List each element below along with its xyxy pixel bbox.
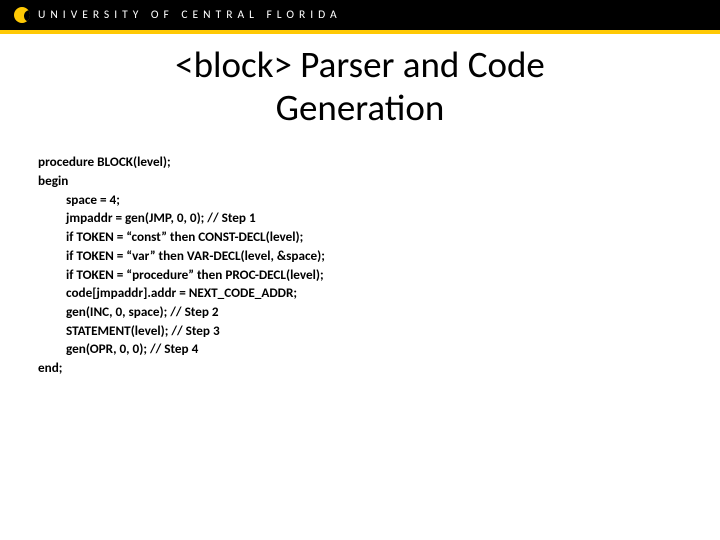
- code-line: begin: [38, 172, 720, 191]
- header-bar: UNIVERSITY OF CENTRAL FLORIDA: [0, 0, 720, 30]
- title-line-2: Generation: [0, 87, 720, 130]
- code-line: if TOKEN = “const” then CONST-DECL(level…: [38, 228, 720, 247]
- code-line: gen(INC, 0, space); // Step 2: [38, 303, 720, 322]
- code-line: STATEMENT(level); // Step 3: [38, 322, 720, 341]
- code-line: code[jmpaddr].addr = NEXT_CODE_ADDR;: [38, 284, 720, 303]
- slide-title: <block> Parser and Code Generation: [0, 44, 720, 129]
- title-line-1: <block> Parser and Code: [0, 44, 720, 87]
- code-block: procedure BLOCK(level); begin space = 4;…: [0, 153, 720, 378]
- code-line: space = 4;: [38, 191, 720, 210]
- code-line: procedure BLOCK(level);: [38, 153, 720, 172]
- gold-divider: [0, 30, 720, 34]
- code-line: end;: [38, 359, 720, 378]
- code-line: gen(OPR, 0, 0); // Step 4: [38, 340, 720, 359]
- ucf-logo-icon: [14, 7, 30, 23]
- code-line: if TOKEN = “var” then VAR-DECL(level, &s…: [38, 247, 720, 266]
- code-line: jmpaddr = gen(JMP, 0, 0); // Step 1: [38, 209, 720, 228]
- code-line: if TOKEN = “procedure” then PROC-DECL(le…: [38, 266, 720, 285]
- university-name: UNIVERSITY OF CENTRAL FLORIDA: [38, 8, 342, 22]
